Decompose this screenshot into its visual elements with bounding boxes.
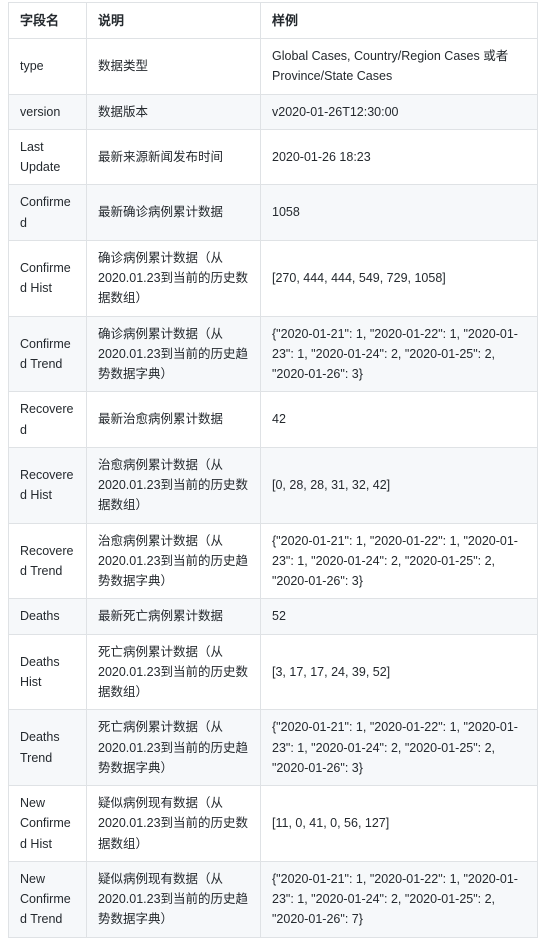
table-row: Recovered Hist 治愈病例累计数据（从2020.01.23到当前的历史…	[8, 446, 538, 524]
cell-field-name: Deaths	[8, 598, 87, 635]
cell-sample: 2020-01-26 18:23	[260, 128, 538, 186]
cell-description: 死亡病例累计数据（从2020.01.23到当前的历史数据数组）	[86, 633, 261, 711]
cell-description: 最新死亡病例累计数据	[86, 598, 261, 635]
cell-sample: [11, 0, 41, 0, 56, 127]	[260, 785, 538, 862]
cell-field-name: Last Update	[8, 128, 87, 186]
cell-sample: {"2020-01-21": 1, "2020-01-22": 1, "2020…	[260, 709, 538, 787]
cell-sample: 1058	[260, 184, 538, 241]
table-row: Recovered Trend 治愈病例累计数据（从2020.01.23到当前的历…	[8, 522, 538, 600]
table-row: Confirmed Hist 确诊病例累计数据（从2020.01.23到当前的历史…	[8, 239, 538, 317]
cell-description: 疑似病例现有数据（从2020.01.23到当前的历史数据数组）	[86, 785, 261, 862]
table-row: Recovered 最新治愈病例累计数据 42	[8, 391, 538, 448]
table-row: Deaths Hist 死亡病例累计数据（从2020.01.23到当前的历史数据数…	[8, 633, 538, 711]
cell-description: 死亡病例累计数据（从2020.01.23到当前的历史趋势数据字典）	[86, 709, 261, 787]
table-body: type 数据类型 Global Cases, Country/Region Cas…	[8, 38, 538, 938]
cell-sample: {"2020-01-21": 1, "2020-01-22": 1, "2020…	[260, 522, 538, 600]
cell-field-name: Recovered Trend	[8, 522, 87, 600]
table-row: Confirmed 最新确诊病例累计数据 1058	[8, 184, 538, 241]
cell-field-name: Confirmed	[8, 184, 87, 241]
cell-sample: v2020-01-26T12:30:00	[260, 93, 538, 130]
cell-field-name: Recovered	[8, 391, 87, 448]
cell-sample: Global Cases, Country/Region Cases 或者 Pr…	[260, 38, 538, 95]
cell-field-name: Recovered Hist	[8, 446, 87, 524]
cell-field-name: Deaths Hist	[8, 633, 87, 711]
cell-description: 数据版本	[86, 93, 261, 130]
cell-sample: [3, 17, 17, 24, 39, 52]	[260, 633, 538, 711]
cell-field-name: New Confirmed Trend	[8, 860, 87, 938]
cell-field-name: Confirmed Trend	[8, 315, 87, 393]
table-row: New Confirmed Trend 疑似病例现有数据（从2020.01.23到…	[8, 860, 538, 938]
table-header: 字段名 说明 样例	[8, 1, 538, 40]
table-row: type 数据类型 Global Cases, Country/Region Cas…	[8, 38, 538, 95]
cell-sample: {"2020-01-21": 1, "2020-01-22": 1, "2020…	[260, 860, 538, 938]
cell-description: 治愈病例累计数据（从2020.01.23到当前的历史趋势数据字典）	[86, 522, 261, 600]
table-header-row: 字段名 说明 样例	[8, 1, 538, 40]
cell-field-name: New Confirmed Hist	[8, 785, 87, 862]
cell-description: 治愈病例累计数据（从2020.01.23到当前的历史数据数组）	[86, 446, 261, 524]
field-table-container: 字段名 说明 样例 type 数据类型 Global Cases, Country/…	[0, 0, 545, 938]
cell-field-name: Confirmed Hist	[8, 239, 87, 317]
cell-sample: 42	[260, 391, 538, 448]
cell-sample: 52	[260, 598, 538, 635]
table-row: version 数据版本 v2020-01-26T12:30:00	[8, 93, 538, 130]
cell-field-name: Deaths Trend	[8, 709, 87, 787]
column-header-sample: 样例	[260, 1, 538, 40]
cell-description: 最新治愈病例累计数据	[86, 391, 261, 448]
cell-description: 确诊病例累计数据（从2020.01.23到当前的历史数据数组）	[86, 239, 261, 317]
cell-sample: {"2020-01-21": 1, "2020-01-22": 1, "2020…	[260, 315, 538, 393]
cell-field-name: type	[8, 38, 87, 95]
table-row: Confirmed Trend 确诊病例累计数据（从2020.01.23到当前的历…	[8, 315, 538, 393]
column-header-description: 说明	[86, 1, 261, 40]
api-field-reference-table: 字段名 说明 样例 type 数据类型 Global Cases, Country/…	[8, 1, 538, 938]
cell-description: 疑似病例现有数据（从2020.01.23到当前的历史趋势数据字典）	[86, 860, 261, 938]
table-row: New Confirmed Hist 疑似病例现有数据（从2020.01.23到当…	[8, 785, 538, 862]
cell-description: 最新来源新闻发布时间	[86, 128, 261, 186]
cell-sample: [0, 28, 28, 31, 32, 42]	[260, 446, 538, 524]
table-row: Last Update 最新来源新闻发布时间 2020-01-26 18:23	[8, 128, 538, 186]
cell-description: 确诊病例累计数据（从2020.01.23到当前的历史趋势数据字典）	[86, 315, 261, 393]
table-row: Deaths 最新死亡病例累计数据 52	[8, 598, 538, 635]
cell-sample: [270, 444, 444, 549, 729, 1058]	[260, 239, 538, 317]
column-header-field-name: 字段名	[8, 1, 87, 40]
cell-field-name: version	[8, 93, 87, 130]
table-row: Deaths Trend 死亡病例累计数据（从2020.01.23到当前的历史趋势…	[8, 709, 538, 787]
cell-description: 最新确诊病例累计数据	[86, 184, 261, 241]
cell-description: 数据类型	[86, 38, 261, 95]
